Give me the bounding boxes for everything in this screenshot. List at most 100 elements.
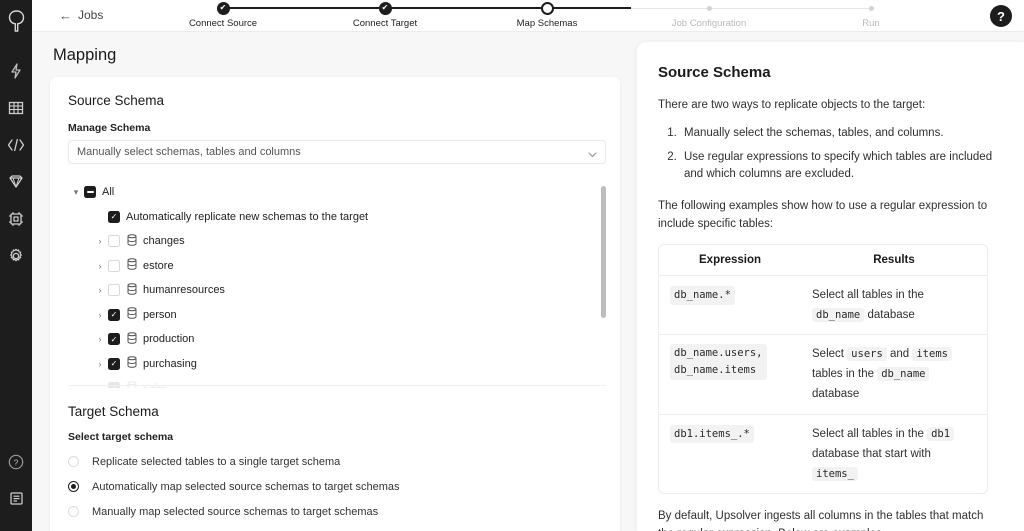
doc-ordered-list: Manually select the schemas, tables, and… bbox=[658, 125, 994, 184]
manage-schema-value: Manually select schemas, tables and colu… bbox=[77, 146, 301, 158]
caret-right-icon[interactable]: › bbox=[92, 310, 108, 320]
tree-row-label: changes bbox=[143, 235, 185, 248]
caret-right-icon[interactable]: › bbox=[92, 334, 108, 344]
rail-item-catalogs[interactable] bbox=[0, 163, 32, 200]
table-row: db1.items_.* Select all tables in the db1… bbox=[659, 415, 987, 493]
rail-item-settings[interactable] bbox=[0, 237, 32, 274]
table-column-header: Results bbox=[801, 245, 987, 276]
expression-cell: db1.items_.* bbox=[659, 415, 801, 493]
tree-row[interactable]: ▾ All bbox=[68, 180, 606, 205]
table-header-row: Expression Results bbox=[659, 245, 987, 276]
target-schema-radio-option[interactable]: Manually map selected source schemas to … bbox=[68, 499, 602, 524]
stepper-step-job-configuration[interactable]: Job Configuration bbox=[629, 0, 789, 29]
svg-text:?: ? bbox=[14, 457, 19, 467]
stepper-step-map-schemas[interactable]: Map Schemas bbox=[467, 0, 627, 29]
regex-examples-table: Expression Results db_name.* Select all ta… bbox=[658, 243, 988, 494]
stepper-step-label: Map Schemas bbox=[516, 18, 578, 29]
stepper-step-label: Run bbox=[862, 18, 880, 29]
doc-heading: Source Schema bbox=[658, 64, 771, 81]
tree-row[interactable]: › ✓ production bbox=[68, 327, 606, 352]
document-lines-icon bbox=[9, 491, 24, 506]
stepper-step-label: Connect Source bbox=[188, 18, 258, 29]
stepper-step-run[interactable]: Run bbox=[791, 0, 951, 29]
database-icon bbox=[127, 356, 137, 371]
tree-checkbox[interactable]: ✓ bbox=[108, 333, 120, 346]
caret-right-icon[interactable]: › bbox=[92, 261, 108, 271]
target-schema-radio-option[interactable]: Automatically map selected source schema… bbox=[68, 474, 602, 499]
doc-after-list: The following examples show how to use a… bbox=[658, 200, 988, 231]
manage-schema-select[interactable]: Manually select schemas, tables and colu… bbox=[68, 140, 606, 164]
rail-item-datasets[interactable] bbox=[0, 89, 32, 126]
stepper-step-connect-source[interactable]: ✔ Connect Source bbox=[143, 0, 303, 29]
stepper-step-label: Connect Target bbox=[352, 18, 418, 29]
stepper-step-connect-target[interactable]: ✔ Connect Target bbox=[305, 0, 465, 29]
tree-checkbox[interactable]: ✓ bbox=[108, 308, 120, 321]
tree-checkbox[interactable]: ✓ bbox=[108, 210, 120, 223]
tree-row-label: Automatically replicate new schemas to t… bbox=[126, 210, 369, 223]
chevron-down-icon bbox=[588, 149, 597, 161]
code-snippet: db1 bbox=[927, 426, 955, 441]
tree-row[interactable]: › ✓ person bbox=[68, 303, 606, 328]
help-button[interactable]: ? bbox=[990, 5, 1012, 27]
tree-row[interactable]: › estore bbox=[68, 254, 606, 279]
schema-tree-scrollbar[interactable] bbox=[601, 182, 606, 372]
database-icon bbox=[127, 233, 137, 249]
table-row: db_name.users, db_name.items Select users… bbox=[659, 335, 987, 415]
stepper-dot: ✔ bbox=[143, 0, 303, 16]
back-to-jobs-link[interactable]: ← Jobs bbox=[59, 8, 103, 22]
back-to-jobs-label: Jobs bbox=[78, 8, 104, 22]
target-schema-radio-option[interactable]: Replicate selected tables to a single ta… bbox=[68, 449, 602, 474]
tree-checkbox[interactable] bbox=[108, 235, 120, 248]
documentation-panel: Source Schema There are two ways to repl… bbox=[637, 42, 1024, 531]
pending-step-dot bbox=[706, 5, 712, 11]
code-snippet: items bbox=[912, 347, 952, 362]
arrow-left-icon: ← bbox=[59, 7, 72, 23]
database-icon bbox=[127, 331, 137, 347]
scrollbar-thumb[interactable] bbox=[601, 186, 606, 318]
code-snippet: db_name bbox=[877, 367, 930, 382]
current-step-dot bbox=[540, 1, 554, 15]
radio-label: Manually map selected source schemas to … bbox=[92, 505, 379, 518]
page-title: Mapping bbox=[53, 46, 117, 64]
rail-item-clusters[interactable] bbox=[0, 200, 32, 237]
pending-step-dot bbox=[868, 5, 874, 11]
tree-checkbox[interactable]: ✓ bbox=[108, 357, 120, 370]
radio-label: Replicate selected tables to a single ta… bbox=[92, 455, 341, 468]
tree-checkbox[interactable] bbox=[84, 186, 96, 199]
tree-row[interactable]: › changes bbox=[68, 229, 606, 254]
rail-item-help[interactable]: ? bbox=[0, 443, 32, 480]
tree-row[interactable]: ›✓sales bbox=[68, 376, 606, 388]
tree-row-label: All bbox=[102, 186, 115, 199]
caret-down-icon[interactable]: ▾ bbox=[68, 187, 84, 198]
caret-right-icon[interactable]: › bbox=[92, 285, 108, 295]
caret-right-icon[interactable]: › bbox=[92, 359, 108, 369]
expression-cell: db_name.* bbox=[659, 276, 801, 336]
radio-button[interactable] bbox=[68, 506, 79, 517]
code-brackets-icon bbox=[7, 138, 25, 152]
tree-checkbox[interactable] bbox=[108, 284, 120, 297]
expression-cell: db_name.users, db_name.items bbox=[659, 335, 801, 415]
radio-button[interactable] bbox=[68, 481, 79, 492]
table-row: db_name.* Select all tables in the db_nam… bbox=[659, 276, 987, 336]
rail-item-jobs[interactable] bbox=[0, 52, 32, 89]
rail-item-worksheets[interactable] bbox=[0, 126, 32, 163]
tree-row-label: person bbox=[143, 308, 177, 321]
schema-tree: ▾ All ✓ Automatically replicate new schemas… bbox=[68, 180, 606, 388]
tree-row[interactable]: › humanresources bbox=[68, 278, 606, 303]
doc-list-item: Manually select the schemas, tables, and… bbox=[680, 125, 994, 143]
upsolver-logo-icon[interactable] bbox=[8, 10, 25, 32]
stepper-dot bbox=[629, 0, 789, 16]
tree-checkbox[interactable] bbox=[108, 259, 120, 272]
tree-row[interactable]: › ✓ purchasing bbox=[68, 352, 606, 377]
wizard-stepper: ✔ Connect Source ✔ Connect Target Map Schema… bbox=[142, 0, 952, 32]
doc-footer-text: By default, Upsolver ingests all columns… bbox=[658, 509, 984, 531]
tree-row-label: humanresources bbox=[143, 284, 225, 297]
rail-item-docs[interactable] bbox=[0, 480, 32, 517]
target-schema-section-title: Target Schema bbox=[68, 404, 159, 419]
doc-list-item: Use regular expressions to specify which… bbox=[680, 149, 994, 185]
radio-button[interactable] bbox=[68, 456, 79, 467]
caret-right-icon[interactable]: › bbox=[92, 236, 108, 246]
mapping-card: Source Schema Manage Schema Manually sel… bbox=[50, 77, 620, 531]
code-snippet: db_name.* bbox=[670, 285, 735, 305]
tree-row[interactable]: ✓ Automatically replicate new schemas to … bbox=[68, 205, 606, 230]
